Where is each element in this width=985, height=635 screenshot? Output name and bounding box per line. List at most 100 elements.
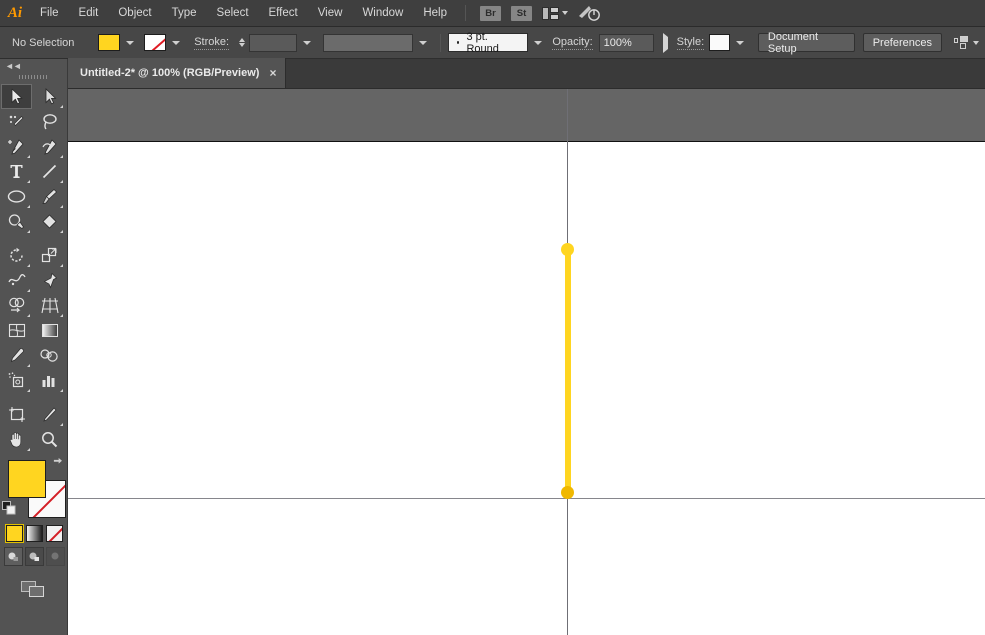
stroke-swatch[interactable] bbox=[144, 34, 167, 51]
stroke-weight-stepper[interactable] bbox=[237, 38, 246, 47]
column-graph-tool[interactable] bbox=[34, 368, 65, 393]
bridge-icon[interactable]: Br bbox=[480, 5, 501, 21]
app-logo-icon: Ai bbox=[7, 4, 23, 21]
align-objects-icon[interactable] bbox=[954, 35, 979, 50]
stock-icon[interactable]: St bbox=[511, 5, 532, 21]
ellipse-tool[interactable] bbox=[1, 184, 32, 209]
tools-panel-grip[interactable] bbox=[0, 72, 67, 82]
eraser-tool[interactable] bbox=[34, 209, 65, 234]
paintbrush-tool[interactable] bbox=[34, 184, 65, 209]
rotate-icon bbox=[10, 247, 23, 262]
chevron-down-icon[interactable] bbox=[303, 40, 312, 45]
fill-color-indicator[interactable] bbox=[8, 460, 46, 498]
mesh-tool[interactable] bbox=[1, 318, 32, 343]
brush-definition-select[interactable]: 3 pt. Round bbox=[447, 31, 529, 55]
chevron-down-icon[interactable] bbox=[172, 40, 181, 45]
gradient-tool[interactable] bbox=[34, 318, 65, 343]
double-chevron-left-icon: ◄◄ bbox=[5, 60, 22, 71]
workspace-switcher-icon[interactable] bbox=[578, 5, 600, 22]
perspective-grid-tool[interactable] bbox=[34, 293, 65, 318]
mesh-icon bbox=[8, 323, 25, 338]
curvature-tool[interactable] bbox=[34, 134, 65, 159]
more-options-button[interactable] bbox=[662, 32, 668, 53]
fill-color-picker[interactable] bbox=[98, 34, 140, 51]
draw-inside-button[interactable] bbox=[45, 546, 65, 566]
tools-grid bbox=[0, 82, 68, 452]
control-divider bbox=[439, 33, 441, 52]
stroke-profile-select[interactable] bbox=[323, 33, 413, 52]
selection-tool[interactable] bbox=[1, 84, 32, 109]
document-setup-button[interactable]: Document Setup bbox=[757, 31, 855, 55]
menu-help[interactable]: Help bbox=[413, 0, 457, 27]
document-canvas[interactable] bbox=[68, 89, 985, 635]
menubar-divider bbox=[465, 5, 466, 21]
menu-window[interactable]: Window bbox=[352, 0, 413, 27]
stroke-weight-input[interactable] bbox=[249, 33, 298, 52]
style-label[interactable]: Style: bbox=[676, 36, 705, 50]
draw-behind-button[interactable] bbox=[24, 546, 44, 566]
menu-file[interactable]: File bbox=[30, 0, 69, 27]
menu-object[interactable]: Object bbox=[108, 0, 161, 27]
swap-fill-stroke-icon[interactable] bbox=[52, 457, 65, 473]
chevron-down-icon[interactable] bbox=[534, 40, 543, 45]
close-icon[interactable]: × bbox=[269, 67, 276, 79]
stroke-color-picker[interactable] bbox=[144, 34, 186, 51]
line-segment-tool[interactable] bbox=[34, 159, 65, 184]
vertical-line-path[interactable] bbox=[561, 243, 574, 499]
chevron-down-icon[interactable] bbox=[418, 40, 427, 45]
stroke-weight-group[interactable] bbox=[237, 33, 317, 52]
scale-tool[interactable] bbox=[34, 243, 65, 268]
tools-divider bbox=[0, 234, 68, 243]
tools-panel-collapse-button[interactable]: ◄◄ bbox=[0, 59, 67, 72]
chevron-down-icon[interactable] bbox=[126, 40, 135, 45]
draw-normal-button[interactable] bbox=[3, 546, 23, 566]
shape-builder-tool[interactable] bbox=[1, 293, 32, 318]
magic-wand-icon bbox=[9, 115, 24, 126]
brush-dot-icon bbox=[456, 41, 460, 44]
lasso-tool[interactable] bbox=[34, 109, 65, 134]
rotate-tool[interactable] bbox=[1, 243, 32, 268]
document-tab[interactable]: Untitled-2* @ 100% (RGB/Preview) × bbox=[68, 58, 287, 88]
default-fill-stroke-icon[interactable] bbox=[2, 501, 16, 518]
menu-view[interactable]: View bbox=[308, 0, 353, 27]
menu-effect[interactable]: Effect bbox=[259, 0, 308, 27]
tools-panel: ◄◄ bbox=[0, 59, 68, 635]
menu-edit[interactable]: Edit bbox=[69, 0, 109, 27]
none-button[interactable] bbox=[45, 524, 63, 542]
magic-wand-tool[interactable] bbox=[1, 109, 32, 134]
eyedropper-tool[interactable] bbox=[1, 343, 32, 368]
color-button[interactable] bbox=[5, 524, 23, 542]
fill-swatch[interactable] bbox=[98, 34, 121, 51]
direct-selection-tool[interactable] bbox=[34, 84, 65, 109]
shaper-tool[interactable] bbox=[1, 209, 32, 234]
blend-tool[interactable] bbox=[34, 343, 65, 368]
stroke-label[interactable]: Stroke: bbox=[194, 36, 230, 50]
pen-tool[interactable] bbox=[1, 134, 32, 159]
path-end-anchor[interactable] bbox=[561, 486, 574, 499]
gradient-button[interactable] bbox=[25, 524, 43, 542]
type-tool[interactable] bbox=[1, 159, 32, 184]
chevron-down-icon[interactable] bbox=[735, 40, 744, 45]
path-stroke-body bbox=[564, 253, 571, 493]
arrange-documents-icon[interactable] bbox=[542, 6, 568, 20]
opacity-label[interactable]: Opacity: bbox=[552, 36, 593, 50]
hand-tool[interactable] bbox=[1, 427, 32, 452]
style-swatch[interactable] bbox=[709, 34, 730, 51]
menu-type[interactable]: Type bbox=[162, 0, 207, 27]
slice-tool[interactable] bbox=[34, 402, 65, 427]
artboard-tool[interactable] bbox=[1, 402, 32, 427]
opacity-input[interactable]: 100% bbox=[598, 33, 654, 52]
arrange-documents-glyph bbox=[542, 6, 559, 20]
menu-select[interactable]: Select bbox=[207, 0, 259, 27]
free-transform-tool[interactable] bbox=[34, 268, 65, 293]
tool-corner-indicator bbox=[60, 423, 63, 426]
gradient-icon bbox=[41, 324, 58, 337]
symbol-sprayer-tool[interactable] bbox=[1, 368, 32, 393]
align-glyph bbox=[954, 35, 968, 49]
preferences-button[interactable]: Preferences bbox=[862, 33, 942, 52]
width-tool[interactable] bbox=[1, 268, 32, 293]
tool-corner-indicator bbox=[27, 289, 30, 292]
zoom-tool[interactable] bbox=[34, 427, 65, 452]
screen-mode-button[interactable] bbox=[0, 574, 68, 604]
artboard-icon bbox=[8, 407, 25, 422]
